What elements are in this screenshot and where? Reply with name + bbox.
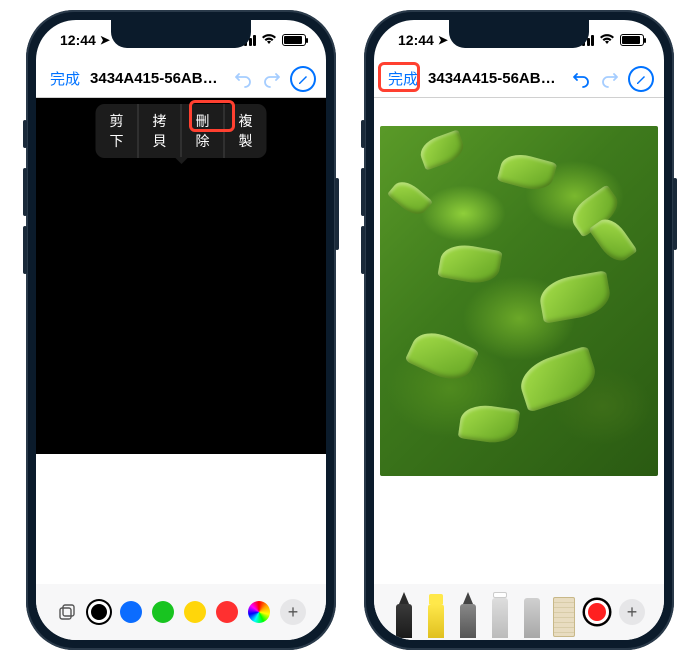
screen-right: 12:44 ➤ 完成 3434A415-56AB-...: [374, 20, 664, 640]
tool-pen[interactable]: [393, 594, 415, 638]
redo-icon[interactable]: [260, 67, 284, 91]
menu-duplicate[interactable]: 複製: [225, 104, 267, 158]
done-button[interactable]: 完成: [384, 66, 422, 91]
color-yellow[interactable]: [184, 601, 206, 623]
selected-color-icon[interactable]: [585, 600, 609, 624]
add-button[interactable]: +: [619, 599, 645, 625]
screen-left: 12:44 ➤ 完成 3434A415-56AB-...: [36, 20, 326, 640]
battery-icon: [620, 34, 644, 46]
wifi-icon: [261, 33, 277, 48]
undo-icon[interactable]: [231, 67, 255, 91]
tool-pencil[interactable]: [457, 594, 479, 638]
wifi-icon: [599, 33, 615, 48]
battery-icon: [282, 34, 306, 46]
undo-icon[interactable]: [569, 67, 593, 91]
mute-switch: [361, 120, 365, 148]
clock: 12:44: [60, 32, 96, 48]
nav-bar: 完成 3434A415-56AB-...: [36, 60, 326, 98]
color-blue[interactable]: [120, 601, 142, 623]
volume-up: [23, 168, 27, 216]
color-toolbar: +: [36, 584, 326, 640]
phone-frame-left: 12:44 ➤ 完成 3434A415-56AB-...: [26, 10, 336, 650]
mute-switch: [23, 120, 27, 148]
markup-pen-icon[interactable]: [628, 66, 654, 92]
color-picker-icon[interactable]: [248, 601, 270, 623]
volume-down: [23, 226, 27, 274]
color-black[interactable]: [88, 601, 110, 623]
power-button: [335, 178, 339, 250]
location-icon: ➤: [438, 33, 448, 47]
redo-icon[interactable]: [598, 67, 622, 91]
volume-up: [361, 168, 365, 216]
tool-eraser[interactable]: [489, 594, 511, 638]
location-icon: ➤: [100, 33, 110, 47]
volume-down: [361, 226, 365, 274]
menu-copy[interactable]: 拷貝: [139, 104, 182, 158]
photo-content: [380, 126, 658, 476]
color-red[interactable]: [216, 601, 238, 623]
tool-highlighter[interactable]: [425, 594, 447, 638]
phone-frame-right: 12:44 ➤ 完成 3434A415-56AB-...: [364, 10, 674, 650]
document-title: 3434A415-56AB-...: [428, 70, 557, 87]
tool-lasso[interactable]: [521, 594, 543, 638]
notch: [111, 20, 251, 48]
clock: 12:44: [398, 32, 434, 48]
layers-icon[interactable]: [56, 601, 78, 623]
canvas-area[interactable]: [374, 98, 664, 518]
tools-toolbar: +: [374, 584, 664, 640]
color-green[interactable]: [152, 601, 174, 623]
notch: [449, 20, 589, 48]
document-title: 3434A415-56AB-...: [90, 70, 219, 87]
menu-cut[interactable]: 剪下: [96, 104, 139, 158]
nav-bar: 完成 3434A415-56AB-...: [374, 60, 664, 98]
tool-ruler[interactable]: [553, 597, 575, 637]
power-button: [673, 178, 677, 250]
menu-delete[interactable]: 刪除: [182, 104, 225, 158]
markup-pen-icon[interactable]: [290, 66, 316, 92]
done-button[interactable]: 完成: [46, 66, 84, 91]
add-button[interactable]: +: [280, 599, 306, 625]
context-menu: 剪下 拷貝 刪除 複製: [96, 104, 267, 158]
